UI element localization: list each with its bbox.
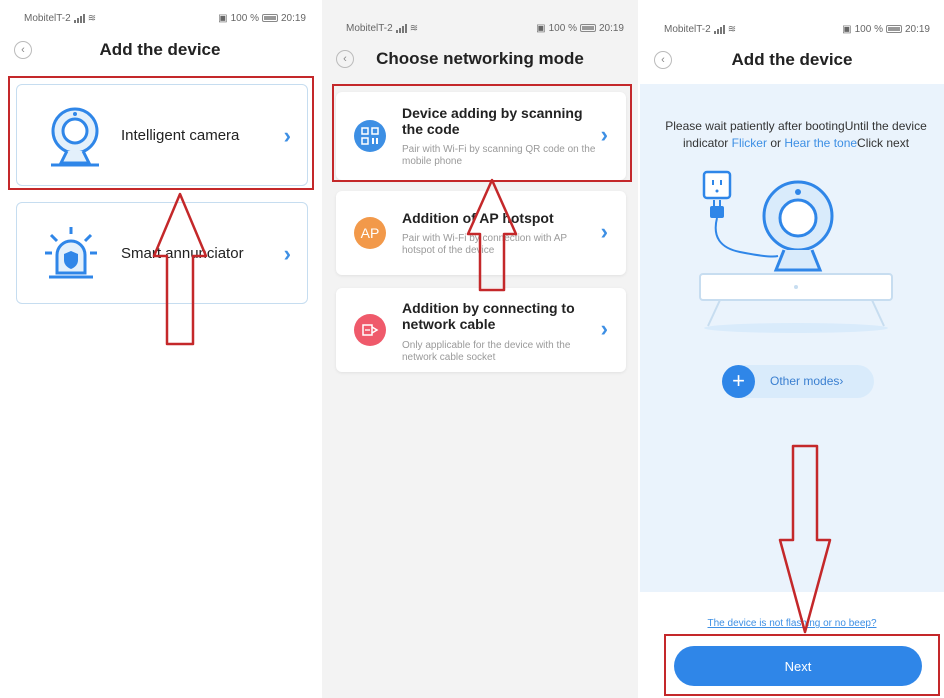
annotation-arrow-down-icon — [778, 444, 832, 634]
screen-choose-networking-mode: MobitelT-2 ≋ ▣ 100 % 20:19 ‹ Choose netw… — [322, 0, 638, 698]
screen-add-device-instructions: MobitelT-2 ≋ ▣ 100 % 20:19 ‹ Add the dev… — [640, 0, 944, 698]
annotation-arrow-up-icon — [466, 178, 518, 292]
annotation-arrow-up-icon — [152, 192, 208, 346]
screen-add-device: MobitelT-2 ≋ ▣ 100 % 20:19 ‹ Add the dev… — [0, 0, 320, 698]
